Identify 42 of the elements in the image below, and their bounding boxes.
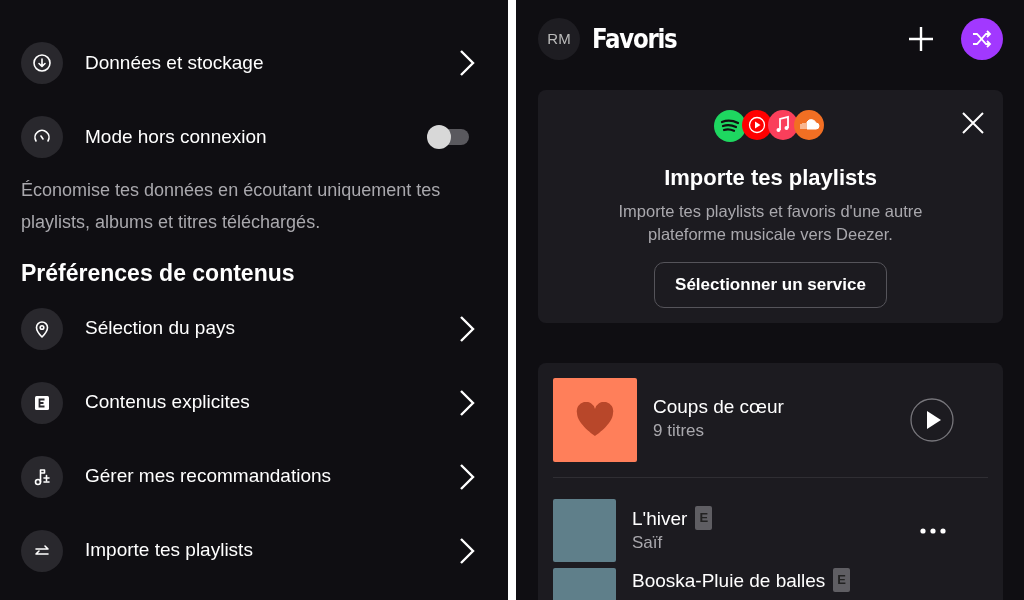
playlist-title[interactable]: Coups de cœur bbox=[653, 396, 784, 419]
music-note-logo-icon bbox=[767, 110, 798, 140]
play-icon bbox=[910, 398, 954, 442]
chevron-right-icon bbox=[459, 314, 475, 343]
explicit-badge: E bbox=[833, 568, 850, 592]
add-button[interactable] bbox=[907, 25, 935, 53]
section-heading: Préférences de contenus bbox=[21, 260, 296, 288]
chevron-right-icon bbox=[459, 462, 475, 491]
description-text: Économise tes données en écoutant uniquement tes playlists, albums et titres téléchargés. bbox=[21, 179, 442, 234]
track-title[interactable]: L'hiver bbox=[632, 507, 688, 529]
music-note-icon bbox=[32, 466, 52, 487]
download-icon bbox=[32, 53, 52, 73]
plus-icon bbox=[907, 25, 935, 53]
chevron-right-icon bbox=[459, 536, 475, 565]
track-title[interactable]: Booska-Pluie de balles bbox=[632, 570, 826, 591]
settings-item[interactable]: Mode hors connexion bbox=[85, 122, 405, 152]
settings-item[interactable]: Importe tes playlists bbox=[85, 536, 437, 565]
close-button[interactable] bbox=[961, 110, 985, 135]
chevron-right-icon bbox=[459, 49, 475, 77]
artist-name[interactable]: Saïf bbox=[632, 529, 713, 556]
avatar[interactable]: RM bbox=[538, 18, 580, 60]
more-dots-icon bbox=[920, 528, 946, 535]
settings-item[interactable]: Sélection du pays bbox=[85, 314, 437, 343]
cloud-logo-icon bbox=[793, 110, 824, 140]
select-service-button[interactable]: Sélectionner un service bbox=[654, 262, 887, 308]
photo-placeholder bbox=[553, 499, 616, 562]
card-title: Importe tes playlists bbox=[663, 164, 878, 192]
settings-item[interactable]: Gérer mes recommandations bbox=[85, 462, 437, 491]
heart-icon bbox=[575, 402, 615, 438]
play-logo-icon bbox=[741, 110, 772, 140]
sound-waves-logo-icon bbox=[713, 110, 746, 142]
settings-item[interactable]: Contenus explicites bbox=[85, 388, 437, 417]
play-button[interactable] bbox=[910, 398, 954, 442]
page-title: Favoris bbox=[592, 21, 678, 56]
settings-item[interactable]: Données et stockage bbox=[85, 48, 437, 78]
track-count: 9 titres bbox=[653, 420, 706, 443]
shuffle-button[interactable] bbox=[961, 18, 1003, 60]
close-icon bbox=[961, 110, 985, 135]
card-description: Importe tes playlists et favoris d'une autre plateforme musicale vers Deezer. bbox=[617, 201, 924, 245]
chevron-right-icon bbox=[459, 388, 475, 417]
explicit-badge: E bbox=[695, 505, 713, 530]
toggle-switch[interactable] bbox=[427, 126, 471, 148]
